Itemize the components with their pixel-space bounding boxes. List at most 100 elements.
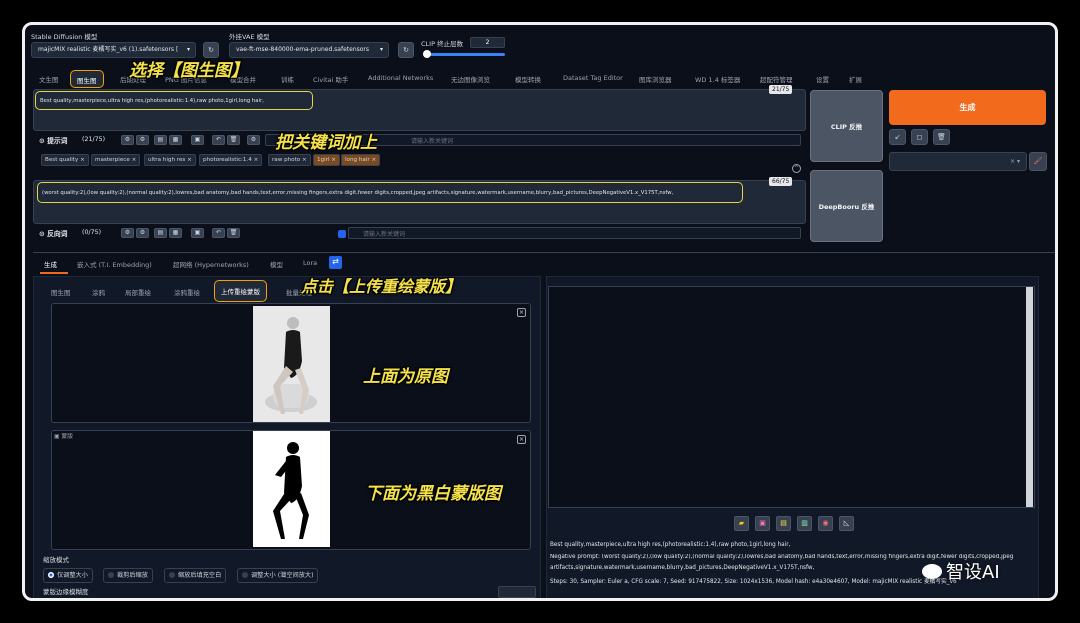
- tab-additional-networks[interactable]: Additional Networks: [368, 74, 433, 82]
- prompt-chip[interactable]: long hair ×: [341, 154, 381, 166]
- tab-sketch[interactable]: 涂鸦: [92, 287, 105, 297]
- gear-icon[interactable]: ⚙: [136, 228, 149, 238]
- grid-icon[interactable]: ▣: [191, 135, 204, 145]
- radio-crop-resize[interactable]: 裁剪后缩放: [103, 568, 153, 583]
- tab-embedding[interactable]: 嵌入式 (T.I. Embedding): [77, 259, 152, 269]
- output-gallery[interactable]: [548, 286, 1035, 508]
- prompt-label[interactable]: ⊙ 提示词: [39, 135, 67, 145]
- checkbox[interactable]: [338, 230, 346, 238]
- paste-icon[interactable]: ▦: [169, 228, 182, 238]
- trash-icon[interactable]: 🗑: [227, 228, 240, 238]
- prompt-chip[interactable]: masterpiece ×: [91, 154, 141, 166]
- tab-model-convert[interactable]: 模型转换: [515, 74, 541, 84]
- tab-generate[interactable]: 生成: [44, 259, 57, 269]
- negative-token-counter: 66/75: [769, 177, 793, 186]
- tab-hypernetworks[interactable]: 超网络 (Hypernetworks): [173, 259, 249, 269]
- scrollbar[interactable]: [1026, 287, 1033, 507]
- negative-label[interactable]: ⊙ 反向词: [39, 228, 67, 238]
- prompt-chip[interactable]: raw photo ×: [268, 154, 311, 166]
- settings-icon[interactable]: ⚙: [121, 135, 134, 145]
- negative-text[interactable]: (worst quality:2),(low quality:2),(norma…: [37, 182, 743, 203]
- slider-handle[interactable]: [423, 50, 431, 58]
- tab-models[interactable]: 模型: [270, 259, 283, 269]
- prompt-count: (21/75): [82, 136, 106, 143]
- trash-icon[interactable]: 🗑: [933, 129, 950, 145]
- negative-count: (0/75): [82, 229, 102, 236]
- trash-icon[interactable]: 🗑: [227, 135, 240, 145]
- tab-infinite-browse[interactable]: 无边图像浏览: [451, 74, 490, 84]
- settings-icon[interactable]: ⚙: [247, 135, 260, 145]
- grid-icon[interactable]: ▣: [191, 228, 204, 238]
- chevron-down-icon: ▾: [186, 46, 190, 53]
- tab-dataset-tag-editor[interactable]: Dataset Tag Editor: [563, 74, 623, 82]
- vae-select[interactable]: vae-ft-mse-840000-ema-pruned.safetensors…: [229, 42, 389, 58]
- prompt-token-counter: 21/75: [769, 85, 793, 94]
- annotation-original: 上面为原图: [363, 367, 448, 387]
- clip-skip-slider[interactable]: [423, 53, 505, 56]
- prompt-chip[interactable]: Best quality ×: [41, 154, 89, 166]
- source-photo: [253, 306, 330, 422]
- arrow-icon[interactable]: ↙: [889, 129, 906, 145]
- tab-wildcards[interactable]: 超配符管理: [760, 74, 793, 84]
- copy-icon[interactable]: ▤: [154, 135, 167, 145]
- tab-img2img-sub[interactable]: 图生图: [51, 287, 71, 297]
- clip-interrogate-button[interactable]: CLIP 反推: [810, 90, 883, 162]
- styles-select[interactable]: × ▾: [889, 152, 1027, 171]
- mask-blur-label: 蒙版边缘模糊度: [43, 588, 89, 596]
- close-icon[interactable]: ×: [517, 435, 526, 444]
- palette-icon[interactable]: ◉: [818, 516, 833, 531]
- radio-fill-resize[interactable]: 缩放后填充空白: [164, 568, 227, 583]
- ruler-icon[interactable]: ◺: [839, 516, 854, 531]
- tab-wd-tagger[interactable]: WD 1.4 标签器: [695, 74, 740, 84]
- folder-icon[interactable]: ▰: [734, 516, 749, 531]
- tab-settings[interactable]: 设置: [816, 74, 829, 84]
- webui-window: Stable Diffusion 模型 majicMIX realistic 麦…: [22, 22, 1058, 601]
- radio-resize-only[interactable]: 仅调整大小: [43, 568, 93, 583]
- prompt-text[interactable]: Best quality,masterpiece,ultra high res,…: [35, 91, 313, 110]
- tab-lora[interactable]: Lora: [303, 259, 317, 267]
- divider: [33, 252, 1055, 253]
- tab-img2img[interactable]: 图生图: [70, 70, 104, 88]
- settings-icon[interactable]: ⚙: [121, 228, 134, 238]
- refresh-icon[interactable]: ⇄: [329, 256, 342, 269]
- gear-icon[interactable]: ⚙: [136, 135, 149, 145]
- tab-gallery[interactable]: 图库浏览器: [639, 74, 672, 84]
- mask-photo: [253, 431, 330, 547]
- deepbooru-interrogate-button[interactable]: DeepBooru 反推: [810, 170, 883, 242]
- undo-icon[interactable]: ↶: [212, 135, 225, 145]
- mask-blur-input[interactable]: [498, 586, 536, 598]
- undo-icon[interactable]: ↶: [212, 228, 225, 238]
- save-icon[interactable]: ▣: [755, 516, 770, 531]
- clip-skip-value[interactable]: 2: [470, 37, 505, 48]
- wechat-icon: [922, 563, 942, 579]
- tab-civitai[interactable]: Civitai 助手: [313, 74, 348, 84]
- negative-tag-input[interactable]: 请输入新关键词: [348, 227, 801, 239]
- refresh-vae-icon[interactable]: ↻: [398, 42, 414, 58]
- tab-train[interactable]: 训练: [281, 74, 294, 84]
- radio-latent-resize[interactable]: 调整大小 (潜空间放大): [237, 568, 319, 583]
- close-icon[interactable]: ×: [517, 308, 526, 317]
- output-prompt: Best quality,masterpiece,ultra high res,…: [550, 542, 791, 548]
- prompt-chip[interactable]: ultra high res ×: [144, 154, 196, 166]
- watermark: 智设AI: [922, 558, 1000, 584]
- tab-inpaint[interactable]: 局部重绘: [125, 287, 151, 297]
- clipboard-icon[interactable]: ◻: [911, 129, 928, 145]
- tab-extensions[interactable]: 扩展: [849, 74, 862, 84]
- zip-icon[interactable]: ▤: [776, 516, 791, 531]
- chevron-down-icon: ▾: [379, 46, 383, 53]
- brush-icon[interactable]: 🖌: [1029, 152, 1047, 171]
- copy-icon[interactable]: ▤: [154, 228, 167, 238]
- prompt-chip[interactable]: 1girl ×: [313, 154, 340, 166]
- active-tab-indicator: [40, 272, 68, 274]
- generate-button[interactable]: 生成: [889, 90, 1046, 125]
- paste-icon[interactable]: ▦: [169, 135, 182, 145]
- resize-mode-label: 缩放模式: [43, 556, 69, 564]
- tab-inpaint-upload[interactable]: 上传重绘蒙版: [214, 280, 267, 302]
- tab-txt2img[interactable]: 文生图: [39, 74, 59, 84]
- annotation-click-upload-mask: 点击【上传重绘蒙版】: [301, 277, 462, 296]
- send-to-img2img-icon[interactable]: ▥: [797, 516, 812, 531]
- prompt-chip[interactable]: photorealistic:1.4 ×: [199, 154, 263, 166]
- tab-inpaint-sketch[interactable]: 涂鸦重绘: [174, 287, 200, 297]
- annotation-select-img2img: 选择【图生图】: [129, 61, 248, 81]
- collapse-icon[interactable]: ^: [792, 164, 801, 173]
